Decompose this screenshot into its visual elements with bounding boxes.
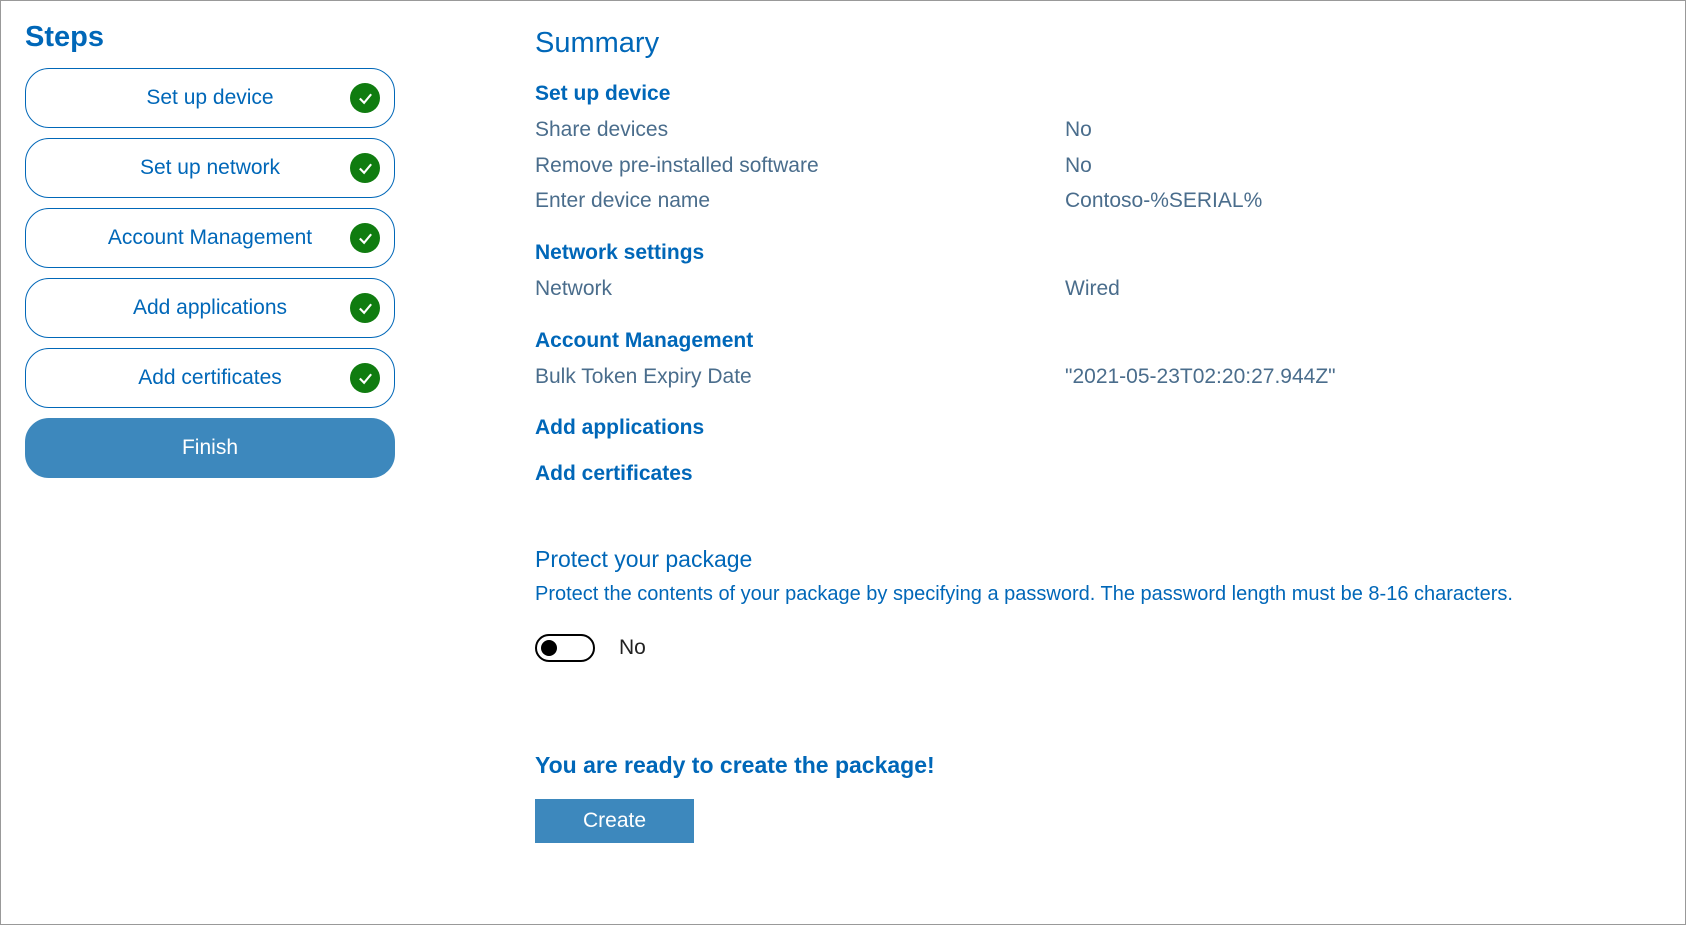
toggle-knob — [541, 640, 557, 656]
checkmark-icon — [350, 83, 380, 113]
checkmark-icon — [350, 223, 380, 253]
create-button[interactable]: Create — [535, 799, 694, 843]
steps-sidebar: Steps Set up device Set up network Accou… — [25, 21, 395, 843]
step-label: Account Management — [108, 226, 312, 250]
checkmark-icon — [350, 153, 380, 183]
summary-row: Network Wired — [535, 271, 1661, 307]
protect-description: Protect the contents of your package by … — [535, 583, 1661, 606]
summary-value: "2021-05-23T02:20:27.944Z" — [1065, 359, 1336, 395]
section-certs-title: Add certificates — [535, 462, 1661, 486]
summary-row: Bulk Token Expiry Date "2021-05-23T02:20… — [535, 359, 1661, 395]
summary-row: Share devices No — [535, 112, 1661, 148]
protect-title: Protect your package — [535, 546, 1661, 573]
summary-panel: Summary Set up device Share devices No R… — [535, 21, 1661, 843]
section-account-title: Account Management — [535, 329, 1661, 353]
step-set-up-device[interactable]: Set up device — [25, 68, 395, 128]
section-network-title: Network settings — [535, 241, 1661, 265]
sidebar-title: Steps — [25, 21, 395, 54]
summary-label: Network — [535, 271, 1065, 307]
summary-label: Remove pre-installed software — [535, 148, 1065, 184]
checkmark-icon — [350, 293, 380, 323]
protect-toggle[interactable] — [535, 634, 595, 662]
protect-toggle-row: No — [535, 634, 1661, 662]
summary-row: Enter device name Contoso-%SERIAL% — [535, 183, 1661, 219]
step-label: Add applications — [133, 296, 287, 320]
step-label: Set up network — [140, 156, 280, 180]
section-setup-device-title: Set up device — [535, 82, 1661, 106]
step-label: Finish — [182, 436, 238, 460]
summary-row: Remove pre-installed software No — [535, 148, 1661, 184]
summary-label: Share devices — [535, 112, 1065, 148]
step-set-up-network[interactable]: Set up network — [25, 138, 395, 198]
step-add-applications[interactable]: Add applications — [25, 278, 395, 338]
step-label: Add certificates — [138, 366, 282, 390]
summary-label: Enter device name — [535, 183, 1065, 219]
summary-value: No — [1065, 112, 1092, 148]
step-account-management[interactable]: Account Management — [25, 208, 395, 268]
summary-title: Summary — [535, 27, 1661, 60]
summary-label: Bulk Token Expiry Date — [535, 359, 1065, 395]
section-apps-title: Add applications — [535, 416, 1661, 440]
summary-value: Wired — [1065, 271, 1120, 307]
summary-value: Contoso-%SERIAL% — [1065, 183, 1262, 219]
ready-text: You are ready to create the package! — [535, 752, 1661, 779]
checkmark-icon — [350, 363, 380, 393]
step-label: Set up device — [146, 86, 273, 110]
step-finish[interactable]: Finish — [25, 418, 395, 478]
summary-value: No — [1065, 148, 1092, 184]
protect-toggle-label: No — [619, 636, 646, 660]
step-add-certificates[interactable]: Add certificates — [25, 348, 395, 408]
